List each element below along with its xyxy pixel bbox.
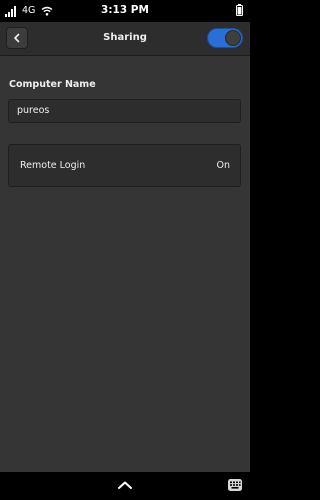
sharing-screen: 4G 3:13 PM Sharing Computer Name pureos <box>0 0 250 500</box>
status-bar: 4G 3:13 PM <box>0 0 250 22</box>
back-arrow-icon <box>14 33 20 43</box>
remote-login-label: Remote Login <box>20 160 86 171</box>
remote-login-status: On <box>216 160 231 171</box>
battery-icon <box>236 4 243 16</box>
sharing-toggle[interactable] <box>207 28 243 48</box>
remote-login-row[interactable]: Remote Login On <box>8 144 241 187</box>
toggle-knob[interactable] <box>225 30 241 46</box>
back-button[interactable] <box>6 27 28 49</box>
page-title: Sharing <box>103 32 147 43</box>
bottom-bar <box>0 472 250 500</box>
status-time: 3:13 PM <box>101 4 149 16</box>
computer-name-field[interactable]: pureos <box>8 99 241 123</box>
computer-name-label: Computer Name <box>9 79 96 90</box>
keyboard-icon[interactable] <box>227 478 243 492</box>
header-bar: Sharing <box>0 22 250 56</box>
chevron-up-icon[interactable] <box>117 480 133 490</box>
